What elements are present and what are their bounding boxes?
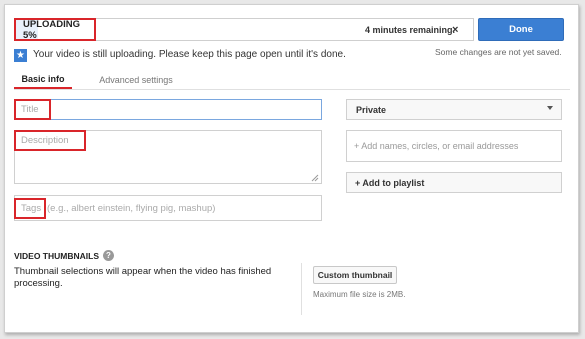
resize-grip-icon[interactable] xyxy=(310,173,319,182)
thumbnails-message: Thumbnail selections will appear when th… xyxy=(14,266,272,289)
upload-card: UPLOADING 5% 4 minutes remaining. × Done… xyxy=(4,4,579,333)
tab-advanced-settings[interactable]: Advanced settings xyxy=(94,70,178,90)
tags-label: Tags xyxy=(14,198,46,219)
thumbnails-heading: VIDEO THUMBNAILS ? xyxy=(14,250,114,261)
tab-divider xyxy=(14,89,570,90)
title-input[interactable] xyxy=(14,99,322,120)
share-input[interactable]: + Add names, circles, or email addresses xyxy=(346,130,562,162)
privacy-select[interactable]: Private xyxy=(346,99,562,120)
star-icon: ★ xyxy=(14,49,27,62)
time-remaining: 4 minutes remaining. xyxy=(365,24,456,35)
upload-info-message: Your video is still uploading. Please ke… xyxy=(33,49,346,60)
cancel-upload-icon[interactable]: × xyxy=(452,18,458,41)
description-placeholder: Description xyxy=(14,130,86,151)
thumbnail-divider xyxy=(301,263,302,315)
max-file-size-note: Maximum file size is 2MB. xyxy=(313,290,406,299)
help-icon[interactable]: ? xyxy=(103,250,114,261)
custom-thumbnail-button[interactable]: Custom thumbnail xyxy=(313,266,397,284)
upload-status-label: UPLOADING 5% xyxy=(14,18,96,41)
title-placeholder: Title xyxy=(14,99,51,120)
chevron-down-icon xyxy=(547,106,553,110)
thumbnails-heading-text: VIDEO THUMBNAILS xyxy=(14,250,99,261)
tab-basic-info[interactable]: Basic info xyxy=(14,70,72,90)
done-button[interactable]: Done xyxy=(478,18,564,41)
add-to-playlist-button[interactable]: + Add to playlist xyxy=(346,172,562,193)
unsaved-note: Some changes are not yet saved. xyxy=(435,47,562,57)
tags-placeholder: (e.g., albert einstein, flying pig, mash… xyxy=(47,202,216,214)
